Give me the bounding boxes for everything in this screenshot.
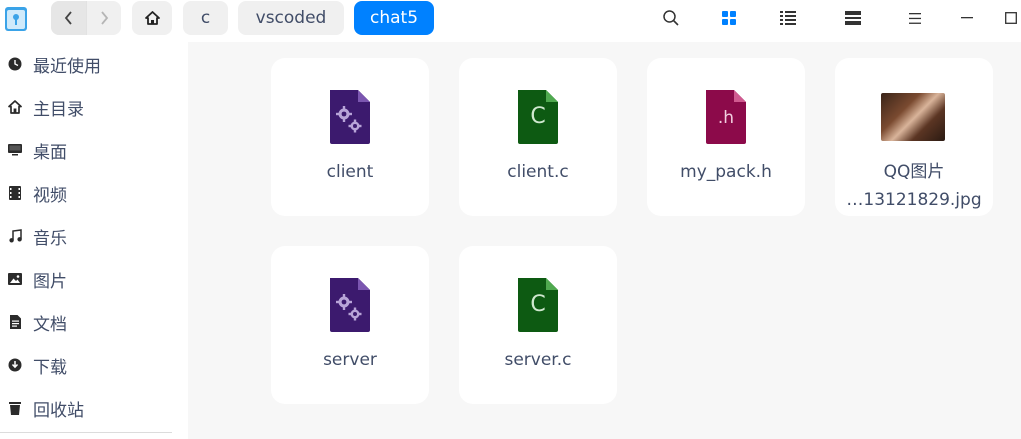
sidebar-item-label: 下载 [33, 357, 67, 378]
file-item-client[interactable]: client [271, 58, 429, 216]
sidebar-item-desktop[interactable]: 桌面 [0, 130, 188, 170]
executable-file-icon [330, 90, 370, 144]
icon-view-button[interactable] [714, 4, 744, 32]
search-icon [663, 10, 679, 26]
sidebar-item-label: 桌面 [33, 142, 67, 163]
sidebar-item-trash[interactable]: 回收站 [0, 388, 188, 428]
sidebar-item-label: 最近使用 [33, 56, 101, 77]
title-bar: c vscoded chat5 [0, 0, 1021, 42]
file-icon-letter: C [530, 292, 546, 317]
image-thumbnail [881, 93, 945, 141]
forward-button[interactable] [86, 1, 121, 35]
music-icon [8, 229, 22, 243]
file-name: server [323, 350, 377, 370]
chevron-left-icon [64, 11, 72, 25]
document-icon [8, 315, 22, 329]
sidebar-item-downloads[interactable]: 下载 [0, 345, 188, 385]
clock-icon [8, 57, 22, 71]
sidebar-item-label: 视频 [33, 185, 67, 206]
file-icon-letter: .h [717, 108, 735, 128]
detail-view-icon [845, 11, 861, 25]
search-button[interactable] [656, 4, 686, 32]
breadcrumb-home[interactable] [132, 1, 172, 35]
minimize-icon [961, 17, 973, 19]
breadcrumb-item[interactable]: c [183, 1, 228, 35]
file-name: client [326, 162, 374, 182]
download-icon [8, 358, 22, 372]
file-item-server[interactable]: server [271, 246, 429, 404]
main-menu-button[interactable] [900, 4, 930, 32]
file-item-my-pack-h[interactable]: .h my_pack.h [647, 58, 805, 216]
video-icon [8, 186, 22, 200]
desktop-icon [8, 143, 22, 157]
sidebar-item-label: 回收站 [33, 400, 84, 421]
grid-view-icon [722, 11, 736, 25]
maximize-icon [1005, 12, 1017, 24]
chevron-right-icon [101, 11, 109, 25]
file-item-client-c[interactable]: C client.c [459, 58, 617, 216]
trash-icon [8, 401, 22, 415]
sidebar-item-label: 图片 [33, 271, 67, 292]
file-name: server.c [504, 350, 572, 370]
maximize-button[interactable] [996, 4, 1021, 32]
minimize-button[interactable] [952, 4, 982, 32]
sidebar-item-label: 主目录 [33, 99, 84, 120]
detail-view-button[interactable] [838, 4, 868, 32]
sidebar-item-label: 文档 [33, 314, 67, 335]
file-icon-letter: C [530, 104, 546, 129]
list-view-icon [780, 11, 796, 25]
file-name: my_pack.h [680, 162, 772, 182]
sidebar-item-videos[interactable]: 视频 [0, 173, 188, 213]
sidebar-divider [0, 432, 172, 433]
sidebar-item-pictures[interactable]: 图片 [0, 259, 188, 299]
file-name-line2: …13121829.jpg [846, 190, 982, 210]
sidebar-item-music[interactable]: 音乐 [0, 216, 188, 256]
file-item-server-c[interactable]: C server.c [459, 246, 617, 404]
back-button[interactable] [51, 1, 86, 35]
picture-icon [8, 272, 22, 286]
sidebar-item-recent[interactable]: 最近使用 [0, 44, 188, 84]
sidebar-item-home[interactable]: 主目录 [0, 87, 188, 127]
home-icon [8, 100, 22, 114]
file-name-line1: QQ图片 [883, 162, 945, 182]
breadcrumb-item[interactable]: vscoded [238, 1, 344, 35]
file-item-qq-image[interactable]: QQ图片 …13121829.jpg [835, 58, 993, 216]
sidebar: 最近使用 主目录 桌面 视频 音乐 图片 文档 下载 回收站 [0, 42, 188, 439]
file-name: client.c [507, 162, 569, 182]
navigation-buttons [51, 1, 121, 35]
menu-icon [909, 12, 921, 24]
home-icon [144, 11, 160, 25]
executable-file-icon [330, 278, 370, 332]
list-view-button[interactable] [773, 4, 803, 32]
sidebar-item-documents[interactable]: 文档 [0, 302, 188, 342]
breadcrumb-current[interactable]: chat5 [354, 1, 434, 35]
sidebar-item-label: 音乐 [33, 228, 67, 249]
file-manager-logo-icon [5, 7, 27, 31]
